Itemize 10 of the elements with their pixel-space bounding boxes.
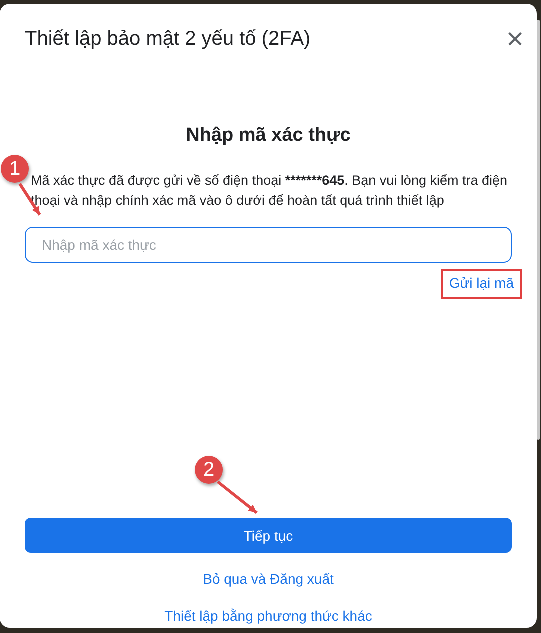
continue-button[interactable]: Tiếp tục	[25, 518, 512, 553]
scrollbar[interactable]	[537, 20, 540, 440]
close-button[interactable]: ×	[506, 28, 524, 52]
heading: Nhập mã xác thực	[185, 125, 352, 147]
code-input-field[interactable]: Nhập mã xác thực	[25, 227, 512, 263]
arrow	[217, 480, 258, 514]
text-link[interactable]: Thiết lập bằng phương thức khác	[164, 608, 372, 624]
text-link[interactable]: Bỏ qua và Đăng xuất	[203, 571, 334, 587]
resend-link[interactable]: Gửi lại mã	[449, 275, 514, 291]
dialog-title: Thiết lập bảo mật 2 yếu tố (2FA)	[25, 28, 311, 51]
